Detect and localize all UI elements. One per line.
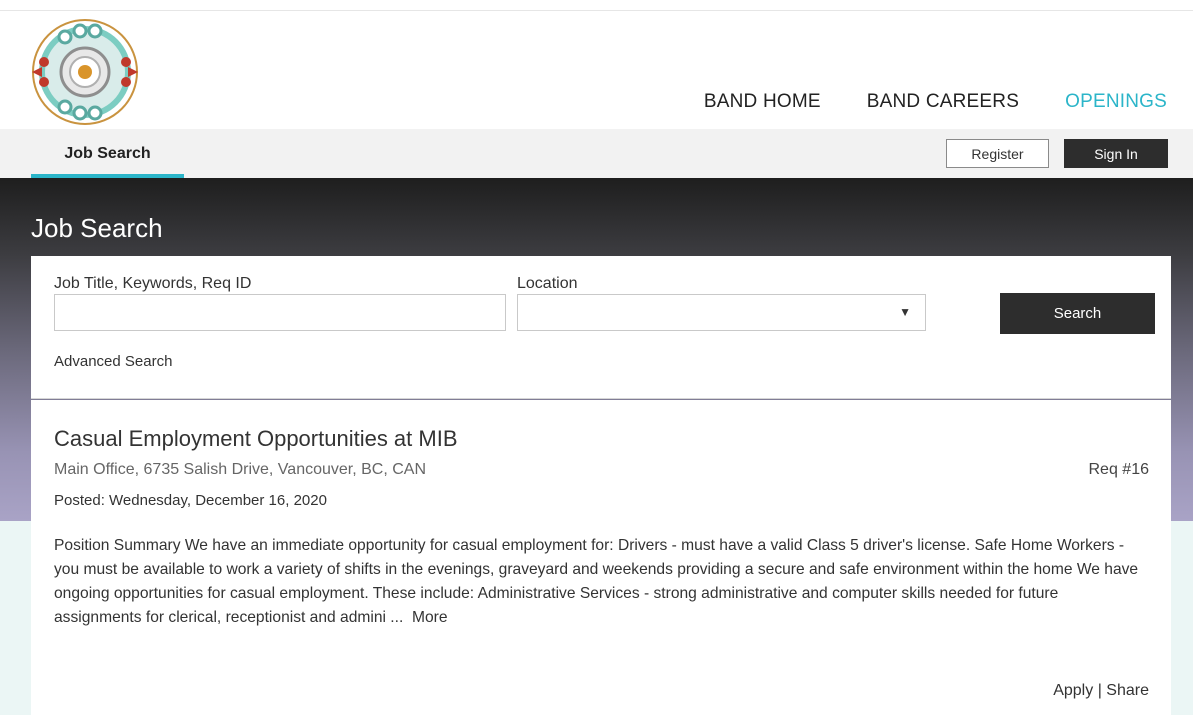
job-req-id: Req #16	[1088, 461, 1150, 478]
site-header: BAND HOME BAND CAREERS OPENINGS	[0, 11, 1193, 129]
apply-link[interactable]: Apply	[1053, 682, 1093, 699]
nav-band-careers[interactable]: BAND CAREERS	[867, 91, 1019, 113]
job-location: Main Office, 6735 Salish Drive, Vancouve…	[54, 461, 427, 478]
job-posted-date: Posted: Wednesday, December 16, 2020	[54, 492, 327, 509]
job-title-link[interactable]: Casual Employment Opportunities at MIB	[54, 426, 458, 452]
band-logo-icon	[32, 19, 138, 125]
search-panel: Job Title, Keywords, Req ID Location ▼ S…	[31, 256, 1171, 399]
tab-job-search[interactable]: Job Search	[31, 129, 184, 178]
job-summary: Position Summary We have an immediate op…	[54, 534, 1149, 630]
sub-navigation: Job Search Register Sign In	[0, 129, 1193, 178]
nav-openings[interactable]: OPENINGS	[1065, 91, 1167, 113]
advanced-search-link[interactable]: Advanced Search	[54, 353, 172, 370]
more-link[interactable]: More	[412, 609, 448, 626]
band-logo[interactable]	[30, 17, 140, 127]
chevron-down-icon: ▼	[899, 305, 911, 319]
search-button[interactable]: Search	[1000, 293, 1155, 334]
location-select[interactable]: ▼	[517, 294, 926, 331]
main-nav: BAND HOME BAND CAREERS OPENINGS	[704, 91, 1167, 113]
sign-in-button[interactable]: Sign In	[1064, 139, 1168, 168]
job-summary-text: Position Summary We have an immediate op…	[54, 537, 1139, 626]
location-label: Location	[517, 275, 578, 292]
job-actions: Apply | Share	[1053, 682, 1149, 700]
job-result-card: Casual Employment Opportunities at MIB M…	[31, 400, 1171, 715]
share-link[interactable]: Share	[1106, 682, 1149, 699]
keywords-label: Job Title, Keywords, Req ID	[54, 275, 252, 292]
page-title: Job Search	[31, 213, 163, 243]
keywords-input[interactable]	[54, 294, 506, 331]
register-button[interactable]: Register	[946, 139, 1049, 168]
action-separator: |	[1097, 682, 1102, 699]
nav-band-home[interactable]: BAND HOME	[704, 91, 821, 113]
